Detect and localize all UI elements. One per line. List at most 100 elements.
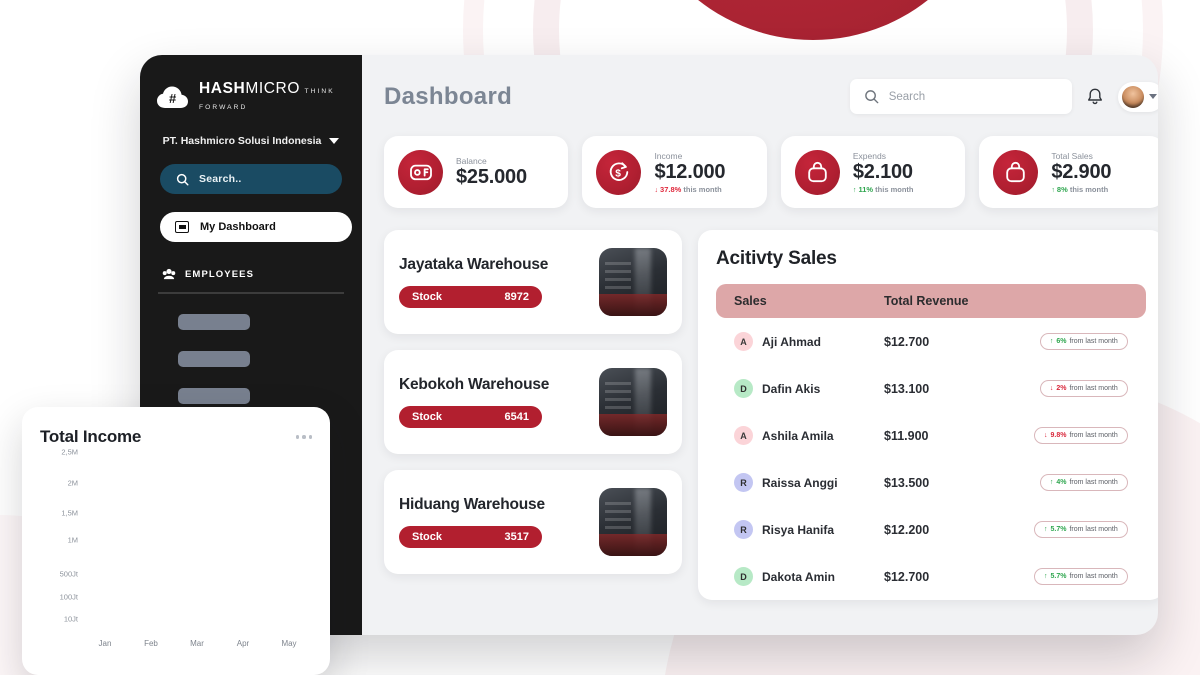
trend-percent: 5.7% bbox=[1050, 526, 1067, 533]
arrow-up-icon: ↑ bbox=[1049, 479, 1054, 486]
table-row[interactable]: A Aji Ahmad $12.700 ↑ 6% from last month bbox=[716, 318, 1146, 365]
stock-badge: Stock 8972 bbox=[399, 286, 542, 308]
sidebar-search-input[interactable]: Search.. bbox=[160, 164, 342, 194]
dashboard-icon bbox=[175, 221, 189, 233]
table-row[interactable]: R Risya Hanifa $12.200 ↑ 5.7% from last … bbox=[716, 506, 1146, 553]
column-header-sales: Sales bbox=[734, 294, 767, 308]
stock-value: 8972 bbox=[504, 291, 529, 303]
trend-caption: from last month bbox=[1069, 338, 1118, 345]
y-axis-tick: 10Jt bbox=[63, 614, 78, 624]
table-row[interactable]: R Raissa Anggi $13.500 ↑ 4% from last mo… bbox=[716, 459, 1146, 506]
avatar: R bbox=[734, 520, 753, 539]
warehouse-card[interactable]: Hiduang Warehouse Stock 3517 bbox=[384, 470, 682, 574]
stat-value: $2.100 bbox=[852, 160, 913, 183]
arrow-down-icon: ↓ bbox=[1044, 432, 1048, 439]
warehouse-name: Hiduang Warehouse bbox=[399, 496, 545, 513]
y-axis-tick: 500Jt bbox=[59, 569, 78, 579]
brand-logo[interactable]: # HASHMICRO THINK FORWARD bbox=[156, 81, 346, 113]
svg-text:#: # bbox=[169, 91, 177, 106]
notification-bell-icon[interactable] bbox=[1086, 87, 1104, 107]
trend-percent: 4% bbox=[1056, 479, 1067, 486]
x-axis-tick: Jan bbox=[98, 639, 112, 648]
avatar: A bbox=[734, 426, 753, 445]
table-row[interactable]: D Dakota Amin $12.700 ↑ 5.7% from last m… bbox=[716, 553, 1146, 600]
stat-card-income[interactable]: $ Income $12.000 ↓ 37.8% this month bbox=[582, 136, 767, 208]
bag-lock-icon bbox=[794, 149, 840, 195]
screenshot-root: # HASHMICRO THINK FORWARD PT. Hashmicro … bbox=[0, 0, 1200, 675]
sidebar-section-employees[interactable]: EMPLOYEES bbox=[156, 268, 346, 280]
chart-bars: Jan Feb Mar Apr May bbox=[82, 461, 312, 648]
stock-badge: Stock 3517 bbox=[399, 526, 542, 548]
total-revenue-value: $12.200 bbox=[884, 522, 930, 537]
x-axis-tick: Feb bbox=[144, 639, 158, 648]
stat-delta: ↑ 11% this month bbox=[852, 184, 914, 194]
sales-person-name: Aji Ahmad bbox=[762, 334, 821, 349]
stat-label: Income bbox=[654, 150, 683, 161]
nav-placeholder-3[interactable] bbox=[178, 387, 250, 404]
stat-card-balance[interactable]: Balance $25.000 bbox=[384, 136, 569, 208]
sidebar-item-my-dashboard[interactable]: My Dashboard bbox=[160, 212, 352, 242]
nav-placeholder-2[interactable] bbox=[178, 350, 250, 367]
warehouse-name: Jayataka Warehouse bbox=[399, 256, 549, 273]
trend-badge: ↑ 6% from last month bbox=[1039, 333, 1128, 350]
nav-placeholder-1[interactable] bbox=[178, 313, 250, 330]
warehouse-card[interactable]: Jayataka Warehouse Stock 8972 bbox=[384, 230, 682, 334]
total-revenue-value: $12.700 bbox=[884, 334, 930, 349]
x-axis-tick: Mar bbox=[190, 639, 204, 648]
trend-percent: 5.7% bbox=[1050, 573, 1067, 580]
stat-delta: ↑ 8% this month bbox=[1051, 184, 1109, 194]
trend-percent: 2% bbox=[1056, 385, 1067, 392]
sales-person-name: Raissa Anggi bbox=[762, 475, 838, 490]
stat-card-expends[interactable]: Expends $2.100 ↑ 11% this month bbox=[780, 136, 966, 208]
sales-person-name: Dafin Akis bbox=[762, 381, 821, 396]
stock-value: 6541 bbox=[504, 411, 529, 423]
stock-label: Stock bbox=[412, 531, 442, 543]
warehouse-list: Jayataka Warehouse Stock 8972 Kebokoh Wa… bbox=[384, 230, 682, 600]
table-row[interactable]: A Ashila Amila $11.900 ↓ 9.8% from last … bbox=[716, 412, 1146, 459]
stock-value: 3517 bbox=[504, 531, 529, 543]
company-name: PT. Hashmicro Solusi Indonesia bbox=[162, 135, 322, 147]
search-input[interactable]: Search bbox=[849, 79, 1072, 114]
main-content: Dashboard Search Balance $25.000 $ Incom… bbox=[362, 55, 1158, 635]
search-icon bbox=[864, 90, 879, 104]
stock-badge: Stock 6541 bbox=[399, 406, 542, 428]
stock-label: Stock bbox=[412, 291, 442, 303]
trend-badge: ↑ 5.7% from last month bbox=[1034, 568, 1128, 585]
chart-title: Total Income bbox=[40, 427, 142, 446]
avatar bbox=[1121, 85, 1144, 108]
user-menu[interactable] bbox=[1117, 81, 1158, 112]
income-bar-chart: 2,5M 2M 1,5M 1M 500Jt 100Jt 10Jt Jan Feb Mar A… bbox=[40, 448, 312, 649]
y-axis-tick: 2,5M bbox=[61, 447, 78, 457]
sales-person-name: Dakota Amin bbox=[762, 569, 835, 584]
warehouse-card[interactable]: Kebokoh Warehouse Stock 6541 bbox=[384, 350, 682, 454]
trend-badge: ↓ 9.8% from last month bbox=[1034, 427, 1128, 444]
stat-label: Total Sales bbox=[1051, 150, 1093, 161]
sales-person-name: Risya Hanifa bbox=[762, 522, 835, 537]
trend-caption: from last month bbox=[1069, 526, 1118, 533]
y-axis-tick: 2M bbox=[67, 478, 78, 488]
sidebar-search-placeholder: Search.. bbox=[199, 173, 242, 185]
arrow-up-icon: ↑ bbox=[1044, 526, 1048, 533]
chevron-down-icon bbox=[329, 138, 340, 144]
company-switcher[interactable]: PT. Hashmicro Solusi Indonesia bbox=[156, 135, 346, 147]
trend-caption: from last month bbox=[1069, 385, 1118, 392]
stat-value: $2.900 bbox=[1051, 160, 1112, 183]
warehouse-name: Kebokoh Warehouse bbox=[399, 376, 550, 393]
total-revenue-value: $11.900 bbox=[884, 428, 929, 443]
wallet-icon bbox=[398, 149, 443, 195]
more-options-icon[interactable] bbox=[295, 427, 312, 439]
trend-badge: ↓ 2% from last month bbox=[1039, 380, 1128, 397]
stat-card-total-sales[interactable]: Total Sales $2.900 ↑ 8% this month bbox=[979, 136, 1158, 208]
page-title: Dashboard bbox=[384, 82, 513, 110]
table-row[interactable]: D Dafin Akis $13.100 ↓ 2% from last mont… bbox=[716, 365, 1146, 412]
y-axis-tick: 1M bbox=[67, 535, 78, 545]
warehouse-photo bbox=[599, 368, 667, 436]
column-header-revenue: Total Revenue bbox=[884, 294, 969, 308]
sidebar-item-label: My Dashboard bbox=[200, 221, 276, 233]
chevron-down-icon bbox=[1148, 94, 1157, 99]
total-revenue-value: $13.500 bbox=[884, 475, 930, 490]
table-header: Sales Total Revenue bbox=[716, 284, 1146, 318]
search-placeholder: Search bbox=[888, 90, 926, 103]
arrow-up-icon: ↑ bbox=[1049, 338, 1054, 345]
x-axis-tick: May bbox=[281, 639, 297, 648]
